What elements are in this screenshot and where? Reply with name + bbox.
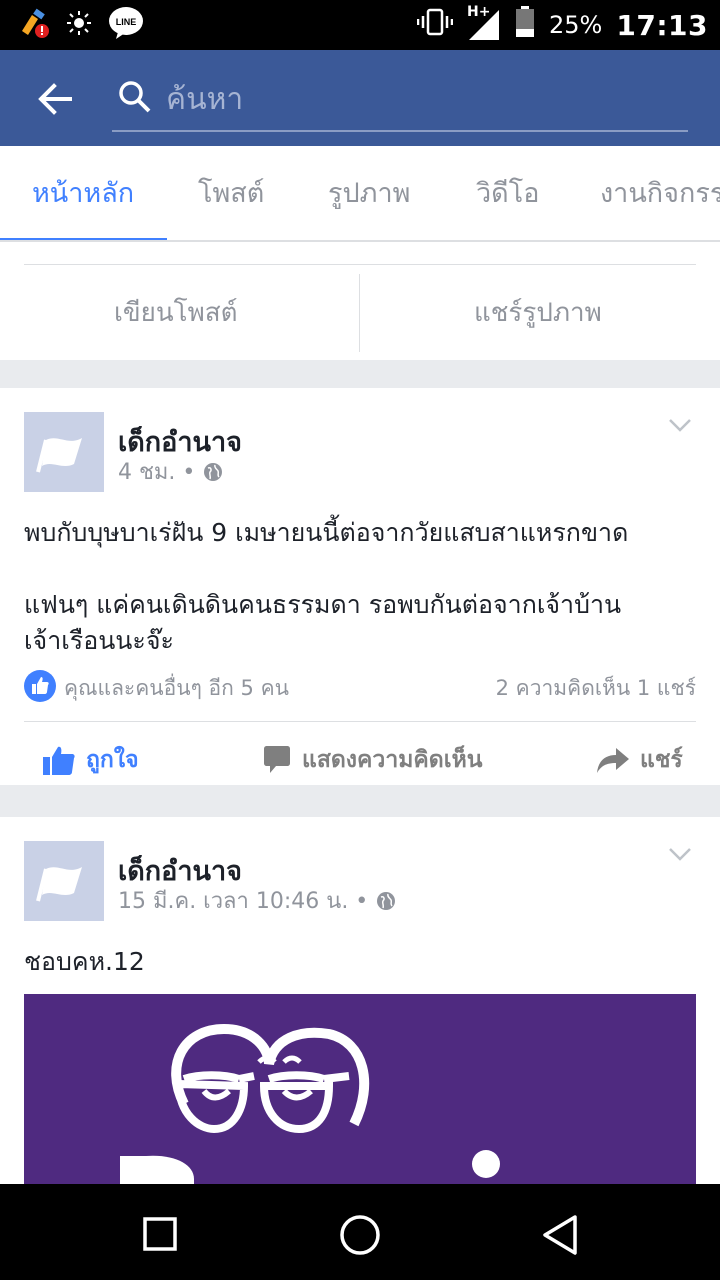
like-label: ถูกใจ: [86, 747, 139, 773]
battery-percent: 25%: [549, 11, 603, 39]
svg-text:LINE: LINE: [116, 17, 137, 27]
post-text-line: เจ้าเรือนนะจ๊ะ: [24, 626, 174, 655]
line-app-icon: LINE: [108, 6, 144, 44]
signal-icon: H+: [467, 4, 501, 42]
share-label: แชร์: [640, 747, 683, 773]
post-time[interactable]: 15 มี.ค. เวลา 10:46 น. •: [118, 883, 368, 918]
reaction-summary[interactable]: คุณและคนอื่นๆ อีก 5 คน 2 ความคิดเห็น 1 แ…: [24, 670, 696, 704]
vibrate-icon: [416, 8, 454, 42]
comment-share-count[interactable]: 2 ความคิดเห็น 1 แชร์: [496, 672, 696, 705]
divider: [359, 274, 360, 352]
post-text: ชอบคห.12: [24, 947, 145, 976]
comment-button[interactable]: แสดงความคิดเห็น: [262, 740, 482, 780]
brightness-icon: [66, 10, 92, 40]
search-field[interactable]: ค้นหา: [112, 72, 688, 132]
comment-label: แสดงความคิดเห็น: [302, 747, 483, 773]
search-input[interactable]: ค้นหา: [166, 76, 243, 123]
composer: เขียนโพสต์ แชร์รูปภาพ: [0, 242, 720, 360]
thumbs-up-icon: [43, 746, 75, 775]
like-button[interactable]: ถูกใจ: [42, 740, 139, 780]
tab-events[interactable]: งานกิจกรร: [600, 146, 720, 240]
logo-artwork: [120, 1023, 500, 1189]
like-reaction-icon: [24, 670, 56, 702]
post-image[interactable]: [24, 994, 696, 1189]
search-icon: [118, 80, 152, 114]
tab-videos[interactable]: วิดีโอ: [476, 146, 539, 240]
post-card: เด็กอำนาจ 4 ชม. • พบกับบุษบาเร่ฝัน 9 เมษ…: [0, 388, 720, 785]
system-nav-bar: [0, 1184, 720, 1280]
globe-icon: [204, 462, 223, 481]
battery-icon: [515, 6, 535, 44]
avatar[interactable]: [24, 412, 104, 492]
back-triangle-icon[interactable]: [541, 1214, 579, 1256]
post-text-line: แฟนๆ แค่คนเดินดินคนธรรมดา รอพบกันต่อจากเ…: [24, 590, 622, 619]
share-photo-button[interactable]: แชร์รูปภาพ: [474, 292, 602, 333]
flag-icon: [36, 438, 82, 473]
clock: 17:13: [616, 8, 708, 42]
app-bar: ค้นหา: [0, 50, 720, 146]
chevron-down-icon[interactable]: [668, 847, 692, 861]
globe-icon: [377, 891, 396, 910]
avatar[interactable]: [24, 841, 104, 921]
write-post-button[interactable]: เขียนโพสต์: [114, 292, 238, 333]
post-card: เด็กอำนาจ 15 มี.ค. เวลา 10:46 น. • ชอบคห…: [0, 817, 720, 1189]
home-icon[interactable]: [339, 1214, 381, 1256]
comment-icon: [264, 746, 290, 773]
post-time[interactable]: 4 ชม. •: [118, 454, 195, 489]
share-button[interactable]: แชร์: [596, 740, 683, 780]
divider: [24, 264, 696, 265]
tab-photos[interactable]: รูปภาพ: [328, 146, 410, 240]
divider: [24, 721, 696, 722]
tab-posts[interactable]: โพสต์: [198, 146, 264, 240]
post-meta: 4 ชม. •: [118, 454, 223, 489]
reaction-text: คุณและคนอื่นๆ อีก 5 คน: [64, 676, 289, 700]
recent-apps-icon[interactable]: [143, 1217, 177, 1251]
chevron-down-icon[interactable]: [668, 418, 692, 432]
back-arrow-icon[interactable]: [34, 78, 76, 120]
share-arrow-icon: [597, 748, 629, 773]
flag-icon: [36, 867, 82, 902]
status-bar: LINE H+ 25% 17:13: [0, 0, 720, 50]
page-tabs: หน้าหลัก โพสต์ รูปภาพ วิดีโอ งานกิจกรร: [0, 146, 720, 242]
post-meta: 15 มี.ค. เวลา 10:46 น. •: [118, 883, 396, 918]
tab-home[interactable]: หน้าหลัก: [32, 146, 134, 240]
post-text-line: พบกับบุษบาเร่ฝัน 9 เมษายนนี้ต่อจากวัยแสบ…: [24, 518, 629, 547]
cleaner-icon: [18, 7, 50, 43]
